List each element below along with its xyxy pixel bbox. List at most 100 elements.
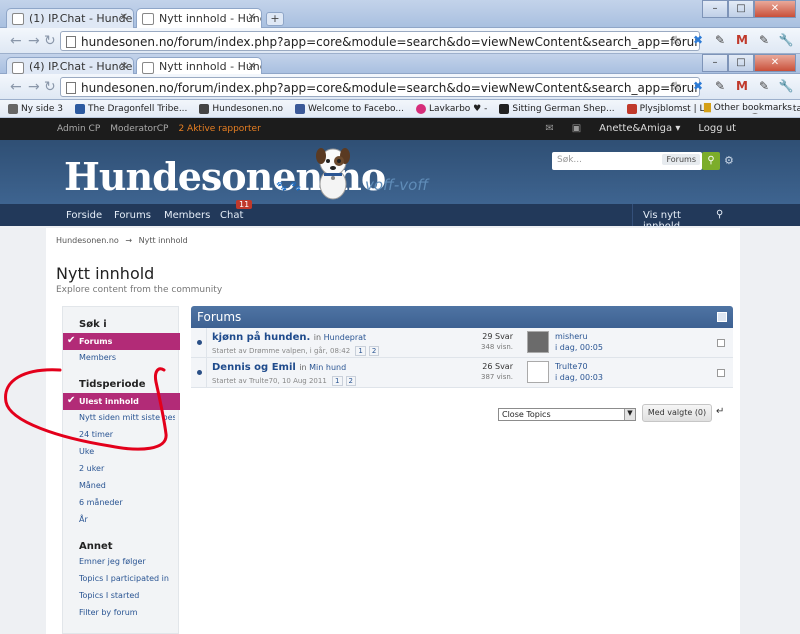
bookmark-item[interactable]: Welcome to Facebo...	[295, 103, 404, 114]
reports-alert-link[interactable]: 2 Aktive rapporter	[178, 124, 260, 134]
tab-ip-chat[interactable]: (4) IP.Chat - Hundesonen.no ✕	[6, 57, 134, 74]
forward-icon[interactable]: →	[28, 79, 40, 95]
divider	[206, 328, 207, 358]
search-input[interactable]: Søk... Forums	[552, 152, 702, 170]
maximize-icon[interactable]: □	[728, 0, 754, 18]
last-post-time[interactable]: i dag, 00:05	[555, 343, 603, 352]
topic-checkbox[interactable]	[717, 369, 725, 377]
sidebar-item-label: Forums	[79, 337, 113, 346]
topic-starter: Startet av Drømme valpen, i går, 08:42	[212, 347, 351, 355]
bookmark-item[interactable]: Hundesonen.no	[199, 103, 284, 114]
pen-icon[interactable]: ✎	[712, 78, 728, 94]
forums-results-panel: Forums kjønn på hunden. in Hundeprat Sta…	[191, 306, 733, 388]
profile-icon[interactable]: ▣	[572, 123, 581, 134]
wrench-icon[interactable]: 🔧	[778, 78, 794, 94]
other-bookmarks[interactable]: ▇ Other bookmarks	[703, 103, 792, 113]
nav-forside[interactable]: Forside	[66, 210, 102, 221]
tab-ip-chat[interactable]: (1) IP.Chat - Hundesonen.no ✕	[6, 8, 134, 28]
sidebar-item-filter-forum[interactable]: Filter by forum	[79, 608, 138, 617]
tab-close-icon[interactable]: ✕	[120, 12, 128, 23]
user-menu[interactable]: Anette&Amiga ▾	[599, 123, 680, 134]
wrench-icon[interactable]: 🔧	[778, 32, 794, 48]
forward-icon[interactable]: →	[28, 33, 40, 49]
avatar[interactable]	[527, 361, 549, 383]
avatar[interactable]	[527, 331, 549, 353]
view-count: 348 visn.	[481, 343, 513, 351]
location-pin-icon[interactable]: ⚲	[716, 209, 723, 220]
logout-link[interactable]: Logg ut	[698, 123, 736, 134]
page-link[interactable]: 1	[332, 376, 343, 386]
bookmark-item[interactable]: Lavkarbo ♥ -	[415, 103, 487, 114]
address-bar[interactable]: hundesonen.no/forum/index.php?app=core&m…	[60, 77, 700, 97]
reload-icon[interactable]: ↻	[44, 79, 56, 95]
last-post-time[interactable]: i dag, 00:03	[555, 373, 603, 382]
window-close-icon[interactable]: ✕	[754, 0, 796, 18]
pen-icon[interactable]: ✎	[712, 32, 728, 48]
sidebar-item-followed[interactable]: Emner jeg følger	[79, 557, 146, 566]
tab-close-icon[interactable]: ✕	[248, 12, 256, 23]
apply-selected-button[interactable]: Med valgte (0)	[642, 404, 712, 422]
main-navigation: Forside Forums Members Chat 11 Vis nytt …	[0, 200, 800, 232]
tab-close-icon[interactable]: ✕	[248, 61, 256, 72]
bookmark-icon	[626, 103, 637, 114]
page-link[interactable]: 2	[345, 376, 356, 386]
reload-icon[interactable]: ↻	[44, 33, 56, 49]
nav-chat[interactable]: Chat	[220, 210, 243, 221]
pen-icon[interactable]: ✎	[756, 78, 772, 94]
back-icon[interactable]: ←	[10, 79, 22, 95]
bookmark-label: The Dragonfell Tribe...	[87, 103, 188, 114]
moderator-cp-link[interactable]: ModeratorCP	[110, 124, 168, 134]
admin-cp-link[interactable]: Admin CP	[57, 124, 100, 134]
minimize-icon[interactable]: –	[702, 54, 728, 72]
arrow-right-icon[interactable]: ↵	[716, 406, 724, 417]
topic-forum-link[interactable]: Hundeprat	[324, 333, 367, 342]
extension-icon[interactable]: ✖	[690, 78, 706, 94]
view-new-content-link[interactable]: Vis nytt innhold	[632, 204, 708, 232]
sidebar-item-participated[interactable]: Topics I participated in	[79, 574, 169, 583]
address-bar[interactable]: hundesonen.no/forum/index.php?app=core&m…	[60, 31, 700, 51]
last-poster-link[interactable]: misheru	[555, 332, 588, 341]
inbox-icon[interactable]: ✉	[545, 123, 553, 134]
tab-nytt-innhold[interactable]: Nytt innhold - Hundesonen.no ✕	[136, 8, 262, 28]
nav-forums[interactable]: Forums	[114, 210, 151, 221]
minimize-icon[interactable]: –	[702, 0, 728, 18]
maximize-icon[interactable]: □	[728, 54, 754, 72]
topic-title-link[interactable]: kjønn på hunden.	[212, 332, 310, 343]
bookmark-item[interactable]: Sitting German Shep...	[499, 103, 615, 114]
new-tab-button[interactable]: +	[266, 12, 284, 26]
window-controls: – □ ✕	[702, 0, 796, 18]
nav-members[interactable]: Members	[164, 210, 210, 221]
tab-nytt-innhold[interactable]: Nytt innhold - Hundesonen.no ✕	[136, 57, 262, 74]
bookmark-item[interactable]: Ny side 3	[8, 103, 63, 114]
page-link[interactable]: 2	[368, 346, 380, 356]
bookmark-label: Hundesonen.no	[212, 103, 284, 114]
extension-icon[interactable]: ✖	[690, 32, 706, 48]
topic-forum-link[interactable]: Min hund	[309, 363, 346, 372]
back-icon[interactable]: ←	[10, 33, 22, 49]
gear-icon[interactable]: ⚙	[724, 154, 734, 167]
star-icon[interactable]: ☆	[668, 78, 684, 94]
sidebar-item-month[interactable]: Måned	[79, 481, 106, 490]
gmail-icon[interactable]: M	[734, 32, 750, 48]
select-all-checkbox[interactable]	[717, 312, 727, 322]
pen-icon[interactable]: ✎	[756, 32, 772, 48]
sidebar-item-6-months[interactable]: 6 måneder	[79, 498, 123, 507]
bookmark-icon	[199, 103, 210, 114]
sidebar-item-year[interactable]: År	[79, 515, 88, 524]
sidebar-item-forums[interactable]: ✔ Forums	[63, 333, 180, 350]
sidebar-item-started[interactable]: Topics I started	[79, 591, 139, 600]
page-link[interactable]: 1	[355, 346, 366, 356]
topic-checkbox[interactable]	[717, 339, 725, 347]
chevron-down-icon: ▼	[624, 409, 635, 420]
last-poster-link[interactable]: Trulte70	[555, 362, 588, 371]
bookmark-item[interactable]: The Dragonfell Tribe...	[74, 103, 188, 114]
tab-close-icon[interactable]: ✕	[120, 61, 128, 72]
breadcrumb-home[interactable]: Hundesonen.no	[56, 236, 119, 245]
topic-title-link[interactable]: Dennis og Emil	[212, 362, 296, 373]
gmail-icon[interactable]: M	[734, 78, 750, 94]
search-scope-button[interactable]: Forums	[662, 154, 700, 165]
moderation-action-select[interactable]: Close Topics ▼	[498, 408, 636, 421]
star-icon[interactable]: ☆	[668, 32, 684, 48]
window-close-icon[interactable]: ✕	[754, 54, 796, 72]
search-icon[interactable]: ⚲	[702, 152, 720, 170]
